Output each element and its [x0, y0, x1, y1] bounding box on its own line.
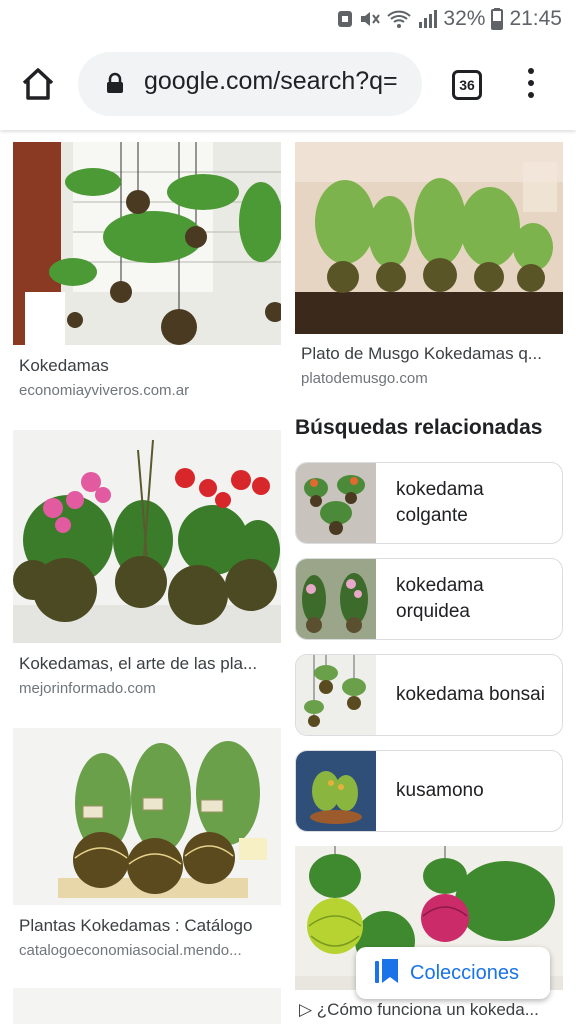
image-result-plato-de-musgo[interactable]: Plato de Musgo Kokedamas q... platodemus…: [295, 142, 563, 392]
battery-level: 32%: [443, 7, 486, 30]
related-search-label: kusamono: [396, 780, 484, 801]
tab-switcher-button[interactable]: 36: [452, 70, 482, 100]
result-thumbnail[interactable]: [13, 430, 281, 643]
notification-icon: [337, 9, 353, 29]
browser-toolbar: google.com/search?q= 36: [0, 36, 576, 130]
result-title[interactable]: Plantas Kokedamas : Catálogo: [19, 916, 281, 936]
related-search-kusamono[interactable]: kusamono: [295, 750, 563, 832]
result-thumbnail[interactable]: [13, 728, 281, 905]
result-title[interactable]: Plato de Musgo Kokedamas q...: [301, 344, 559, 364]
result-source: catalogoeconomiasocial.mendo...: [19, 942, 242, 959]
related-thumbnail: [296, 463, 376, 543]
collections-button[interactable]: Colecciones: [356, 947, 550, 999]
image-result-partial[interactable]: [13, 988, 281, 1024]
image-result-kokedamas-arte[interactable]: Kokedamas, el arte de las pla... mejorin…: [13, 430, 281, 700]
related-search-label: kokedama bonsai: [396, 684, 545, 705]
bookmark-collection-icon: [374, 957, 400, 990]
related-search-label: kokedama colgante: [396, 479, 484, 526]
related-searches-heading: Búsquedas relacionadas: [295, 416, 543, 439]
result-source: economiayviveros.com.ar: [19, 382, 190, 399]
address-bar[interactable]: google.com/search?q=: [78, 52, 422, 116]
url-text: google.com/search?q=: [144, 67, 398, 95]
related-search-kokedama-orquidea[interactable]: kokedama orquidea: [295, 558, 563, 640]
related-thumbnail: [296, 559, 376, 639]
signal-icon: [417, 9, 438, 29]
image-result-plantas-kokedamas[interactable]: Plantas Kokedamas : Catálogo catalogoeco…: [13, 728, 281, 964]
result-thumbnail[interactable]: [13, 142, 281, 345]
mute-icon: [359, 9, 381, 29]
result-title[interactable]: Kokedamas: [19, 356, 281, 376]
related-search-label: kokedama orquidea: [396, 575, 484, 622]
collections-label: Colecciones: [410, 961, 519, 984]
status-bar: 32% 21:45: [0, 0, 576, 36]
result-thumbnail[interactable]: [295, 142, 563, 334]
menu-dot-icon: [528, 68, 534, 74]
related-thumbnail: [296, 655, 376, 735]
clock: 21:45: [509, 7, 562, 30]
result-title[interactable]: Kokedamas, el arte de las pla...: [19, 654, 281, 674]
overflow-menu-button[interactable]: [526, 68, 536, 102]
home-button[interactable]: [18, 64, 58, 104]
home-icon: [22, 68, 54, 100]
result-title[interactable]: ▷ ¿Cómo funciona un kokeda...: [299, 1000, 561, 1020]
result-source: mejorinformado.com: [19, 680, 156, 697]
related-search-kokedama-colgante[interactable]: kokedama colgante: [295, 462, 563, 544]
result-source: platodemusgo.com: [301, 370, 428, 387]
wifi-icon: [387, 9, 412, 29]
result-thumbnail[interactable]: [13, 988, 281, 1024]
lock-icon: [106, 72, 124, 99]
related-search-kokedama-bonsai[interactable]: kokedama bonsai: [295, 654, 563, 736]
image-result-kokedamas[interactable]: Kokedamas economiayviveros.com.ar: [13, 142, 281, 402]
battery-icon: [491, 8, 504, 30]
related-thumbnail: [296, 751, 376, 831]
